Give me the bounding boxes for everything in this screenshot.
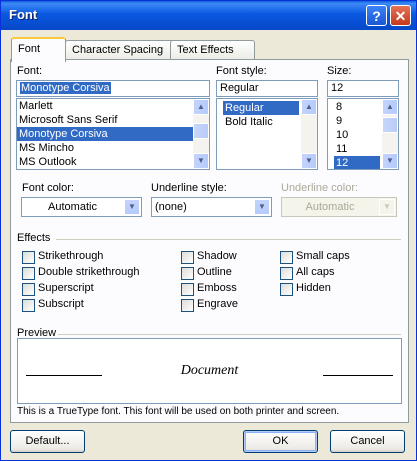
default-button[interactable]: Default... [10,430,85,453]
title-bar: Font ? ✕ [1,1,416,30]
size-list[interactable]: 8 9 10 11 12 ▲ ▼ [327,98,399,170]
list-item[interactable]: MS Outlook [17,155,209,169]
emboss-checkbox[interactable] [181,283,194,296]
close-button[interactable]: ✕ [390,5,411,26]
scroll-down-arrow-icon[interactable]: ▼ [301,153,317,169]
scroll-thumb[interactable] [382,117,398,133]
list-item[interactable]: Monotype Corsiva [17,127,209,141]
effects-label: Effects [17,232,51,244]
size-label: Size: [327,65,352,77]
subscript-label[interactable]: Subscript [38,298,84,310]
font-color-value: Automatic [48,201,97,213]
list-item[interactable]: 11 [334,142,380,156]
scroll-up-arrow-icon[interactable]: ▲ [382,99,398,115]
engrave-label[interactable]: Engrave [197,298,238,310]
tab-text-effects[interactable]: Text Effects [170,40,255,60]
list-item[interactable]: 10 [334,128,380,142]
tab-label: Text Effects [177,44,234,56]
list-item[interactable]: Regular [223,101,299,115]
superscript-checkbox[interactable] [22,283,35,296]
dropdown-arrow-icon[interactable]: ▼ [124,199,140,215]
all-caps-checkbox[interactable] [280,267,293,280]
shadow-label[interactable]: Shadow [197,250,237,262]
font-list[interactable]: Marlett Microsoft Sans Serif Monotype Co… [16,98,210,170]
truetype-note: This is a TrueType font. This font will … [17,406,340,417]
underline-style-dropdown[interactable]: (none) ▼ [151,197,272,217]
underline-color-label: Underline color: [281,182,359,194]
tab-label: Font [18,43,41,55]
list-item[interactable]: Marlett [17,99,209,113]
strikethrough-label[interactable]: Strikethrough [38,250,103,262]
hidden-label[interactable]: Hidden [296,282,331,294]
font-style-label: Font style: [216,65,267,77]
scroll-thumb[interactable] [193,123,209,139]
scroll-up-arrow-icon[interactable]: ▲ [301,99,317,115]
list-item[interactable]: 8 [334,100,380,114]
size-input-value: 12 [331,82,344,94]
size-scrollbar[interactable]: ▲ ▼ [382,99,398,169]
small-caps-checkbox[interactable] [280,251,293,264]
double-strikethrough-label[interactable]: Double strikethrough [38,266,140,278]
engrave-checkbox[interactable] [181,299,194,312]
font-scrollbar[interactable]: ▲ ▼ [193,99,209,169]
effects-divider [56,239,401,240]
preview-rule-right [323,375,393,376]
preview-divider [58,334,401,335]
font-label: Font: [17,65,43,77]
font-color-label: Font color: [22,182,74,194]
font-style-list[interactable]: Regular Bold Italic ▲ ▼ [216,98,318,170]
dropdown-arrow-icon: ▼ [379,199,395,215]
ok-button[interactable]: OK [243,430,318,453]
window-title: Font [9,7,38,22]
underline-color-dropdown: Automatic ▼ [281,197,397,217]
preview-box: Document [17,338,402,404]
emboss-label[interactable]: Emboss [197,282,237,294]
underline-style-label: Underline style: [151,182,227,194]
tab-character-spacing[interactable]: Character Spacing [65,40,184,60]
outline-label[interactable]: Outline [197,266,232,278]
underline-style-value: (none) [155,201,187,213]
help-button[interactable]: ? [366,5,387,26]
dropdown-arrow-icon[interactable]: ▼ [254,199,270,215]
scroll-up-arrow-icon[interactable]: ▲ [193,99,209,115]
superscript-label[interactable]: Superscript [38,282,94,294]
size-input[interactable]: 12 [327,80,399,97]
scroll-down-arrow-icon[interactable]: ▼ [193,153,209,169]
shadow-checkbox[interactable] [181,251,194,264]
all-caps-label[interactable]: All caps [296,266,335,278]
strikethrough-checkbox[interactable] [22,251,35,264]
subscript-checkbox[interactable] [22,299,35,312]
font-dialog: Font ? ✕ Font Character Spacing Text Eff… [0,0,417,461]
hidden-checkbox[interactable] [280,283,293,296]
font-input-value: Monotype Corsiva [20,82,111,94]
underline-color-value: Automatic [305,201,355,213]
outline-checkbox[interactable] [181,267,194,280]
font-style-input-value: Regular [220,82,259,94]
font-color-dropdown[interactable]: Automatic ▼ [21,197,142,217]
tab-font[interactable]: Font [11,37,66,62]
list-item[interactable]: Microsoft Sans Serif [17,113,209,127]
double-strikethrough-checkbox[interactable] [22,267,35,280]
small-caps-label[interactable]: Small caps [296,250,350,262]
list-item[interactable]: 9 [334,114,380,128]
font-input[interactable]: Monotype Corsiva [16,80,210,97]
preview-sample-text: Document [180,363,239,378]
list-item[interactable]: 12 [334,156,380,169]
list-item[interactable]: MS Mincho [17,141,209,155]
font-style-input[interactable]: Regular [216,80,318,97]
cancel-button[interactable]: Cancel [330,430,405,453]
tab-label: Character Spacing [72,44,164,56]
font-style-scrollbar[interactable]: ▲ ▼ [301,99,317,169]
scroll-down-arrow-icon[interactable]: ▼ [382,153,398,169]
